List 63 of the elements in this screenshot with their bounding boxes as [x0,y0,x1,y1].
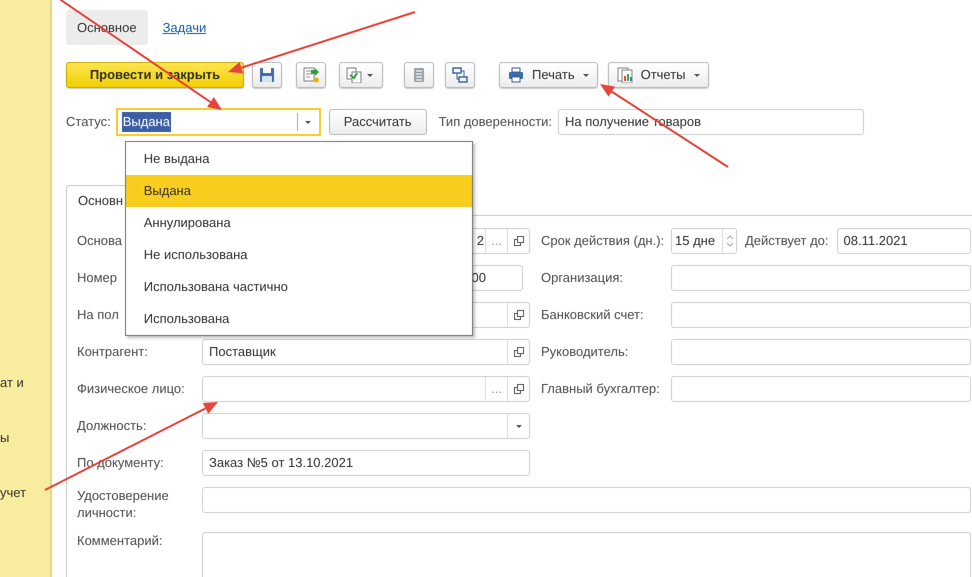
document-arrow-icon [303,67,319,83]
sidebar-item[interactable]: ат и [0,373,50,391]
field-label: Действует до: [745,232,829,250]
sidebar-item[interactable]: ы [0,428,50,446]
input-field[interactable] [202,413,530,439]
open-icon [514,347,524,357]
dropdown-item[interactable]: Использована [126,303,472,335]
input-field[interactable] [671,302,971,328]
field-label: Контрагент: [77,343,148,362]
caret-icon [367,74,373,76]
date-field[interactable]: 08.11.2021 [836,228,971,254]
proxy-type-label: Тип доверенности: [438,113,552,132]
dropdown-item[interactable]: Не использована [126,239,472,271]
spinner-icon [726,235,732,247]
input-field[interactable]: Поставщик [202,339,530,365]
input-field[interactable] [671,376,971,402]
print-menu-button[interactable]: Печать [499,62,598,88]
copy-menu-button[interactable] [339,62,383,88]
status-label: Статус: [66,113,111,132]
field-label: Комментарий: [77,532,162,550]
sidebar-item[interactable]: учет [0,483,50,501]
field-label: Срок действия (дн.): [540,232,664,250]
open-icon [514,384,524,394]
field-label: Физическое лицо: [77,380,185,398]
duration-spinner[interactable]: 15 дне [671,228,737,254]
list-icon [411,67,427,83]
list-button[interactable] [404,62,434,88]
input-field[interactable] [671,265,971,291]
input-field[interactable]: Заказ №5 от 13.10.2021 [202,450,530,476]
chart-document-icon [616,67,633,83]
copy-documents-icon [346,67,362,83]
calculate-button[interactable]: Рассчитать [328,109,427,135]
input-field[interactable] [202,487,971,513]
status-value: Выдана [122,112,171,132]
caret-icon [516,424,522,428]
dropdown-item[interactable]: Аннулирована [126,207,472,239]
dropdown-item[interactable]: Не выдана [126,143,472,175]
caret-icon [305,120,312,124]
caret-icon [694,74,700,76]
tab-link[interactable]: Задачи [152,10,218,45]
dropdown-item[interactable]: Выдана [126,175,472,207]
field-label: Банковский счет: [540,306,644,324]
caret-icon [582,74,589,76]
field-label: На пол [77,306,119,324]
structure-button[interactable] [445,62,475,88]
open-icon [514,236,524,246]
document-arrow-button[interactable] [296,62,326,88]
floppy-disk-button[interactable] [252,62,282,88]
field-label: Должность: [77,417,146,436]
reports-menu-button[interactable]: Отчеты [608,62,709,88]
input-field[interactable] [202,532,971,577]
field-label: Основа [77,232,122,250]
field-label: Главный бухгалтер: [540,380,660,398]
field-label: Руководитель: [540,343,628,362]
open-icon [514,310,524,320]
input-field[interactable] [671,339,971,365]
structure-icon [452,67,468,83]
field-label: Удостоверение личности: [77,487,170,521]
dropdown-item[interactable]: Использована частично [126,271,472,303]
printer-icon [508,67,524,83]
field-label: Номер [77,269,118,288]
status-combo[interactable]: Выдана [116,108,321,136]
field-label: Организация: [540,269,624,288]
